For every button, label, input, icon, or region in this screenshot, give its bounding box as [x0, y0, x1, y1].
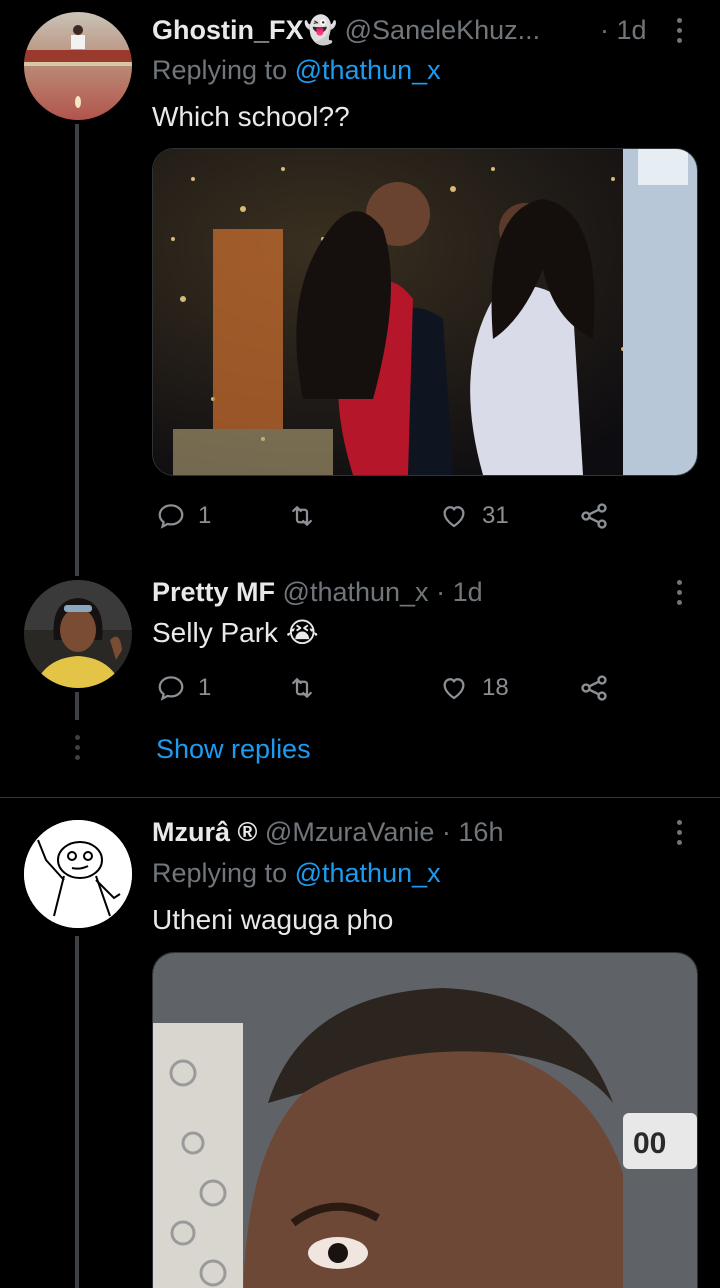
media-counter-text: 00	[633, 1127, 666, 1160]
reply-icon	[158, 676, 184, 701]
retweet-button[interactable]	[286, 668, 330, 708]
retweet-icon	[292, 506, 312, 526]
replying-to: Replying to @thathun_x	[152, 55, 441, 86]
share-icon	[581, 675, 607, 701]
like-button[interactable]: 18	[438, 668, 509, 708]
share-icon	[581, 503, 607, 529]
reply-count: 1	[198, 502, 212, 529]
like-count: 18	[482, 674, 509, 701]
reply-button[interactable]: 1	[156, 668, 211, 708]
mention-link[interactable]: @thathun_x	[295, 55, 441, 85]
like-icon	[443, 506, 465, 528]
retweet-icon	[292, 678, 312, 698]
replying-label: Replying to	[152, 55, 288, 85]
tweet-photo[interactable]	[152, 148, 698, 476]
avatar[interactable]	[24, 820, 132, 928]
tweet-text: Utheni waguga pho	[152, 904, 394, 935]
username[interactable]: @SaneleKhuz...	[345, 15, 541, 45]
replying-label: Replying to	[152, 858, 288, 888]
reply-icon	[158, 504, 184, 529]
timestamp[interactable]: · 1d	[436, 577, 483, 607]
share-button[interactable]	[578, 668, 610, 708]
more-icon[interactable]	[664, 572, 694, 612]
tweet-mzura[interactable]: Mzurâ ® @MzuraVanie · 16h Replying to @t…	[0, 798, 720, 1288]
username[interactable]: @thathun_x	[283, 577, 429, 607]
display-name[interactable]: Pretty MF	[152, 577, 275, 607]
tweet-header: Mzurâ ® @MzuraVanie · 16h	[152, 812, 503, 852]
thread-continuation-dots	[72, 735, 82, 760]
tweet-photo[interactable]: 00	[152, 952, 698, 1288]
mention-link[interactable]: @thathun_x	[295, 858, 441, 888]
reply-thread-screen: Ghostin_FX👻 @SaneleKhuz... · 1d Replying…	[0, 0, 720, 1288]
tweet-pretty-mf[interactable]: Pretty MF @thathun_x · 1d Selly Park 😭 1	[0, 560, 720, 800]
share-button[interactable]	[578, 496, 610, 536]
tweet-ghostin[interactable]: Ghostin_FX👻 @SaneleKhuz... · 1d Replying…	[0, 0, 720, 576]
tweet-actions: 1 31	[152, 496, 622, 536]
tweet-header: Pretty MF @thathun_x · 1d	[152, 572, 483, 612]
show-replies-link[interactable]: Show replies	[156, 734, 311, 765]
timestamp[interactable]: · 16h	[442, 817, 504, 847]
more-icon[interactable]	[664, 812, 694, 852]
username[interactable]: @MzuraVanie	[265, 817, 434, 847]
tweet-text: Which school??	[152, 101, 350, 132]
retweet-button[interactable]	[286, 496, 330, 536]
avatar[interactable]	[24, 12, 132, 120]
thread-line	[75, 692, 79, 720]
like-icon	[443, 678, 465, 700]
replying-to: Replying to @thathun_x	[152, 858, 441, 889]
like-button[interactable]: 31	[438, 496, 509, 536]
more-icon[interactable]	[664, 10, 694, 50]
thread-line	[75, 124, 79, 576]
avatar[interactable]	[24, 580, 132, 688]
like-count: 31	[482, 502, 509, 529]
tweet-header: Ghostin_FX👻 @SaneleKhuz...	[152, 10, 540, 50]
display-name[interactable]: Mzurâ ®	[152, 817, 257, 847]
tweet-text: Selly Park 😭	[152, 617, 319, 648]
tweet-actions: 1 18	[152, 668, 622, 708]
timestamp[interactable]: · 1d	[600, 10, 647, 50]
reply-count: 1	[198, 674, 212, 701]
reply-button[interactable]: 1	[156, 496, 211, 536]
display-name[interactable]: Ghostin_FX👻	[152, 15, 337, 45]
thread-line	[75, 936, 79, 1288]
